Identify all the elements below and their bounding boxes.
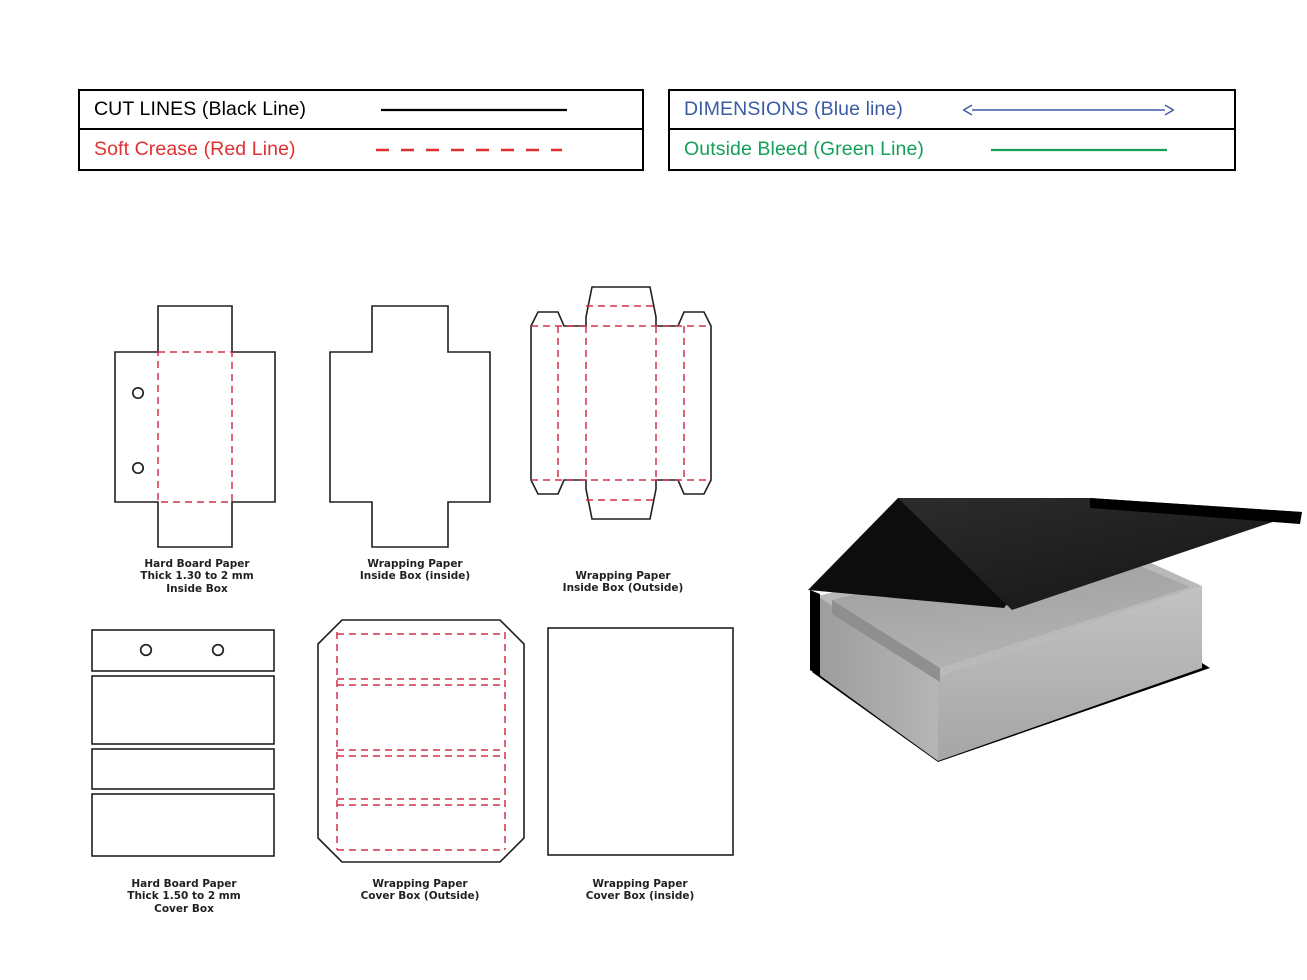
dieline-hardboard-cover-box bbox=[91, 629, 275, 857]
legend-row-soft-crease: Soft Crease (Red Line) bbox=[80, 130, 642, 169]
caption-hardboard-inside-box: Hard Board Paper Thick 1.30 to 2 mm Insi… bbox=[140, 558, 254, 595]
punch-hole-bottom bbox=[131, 461, 145, 475]
dieline-wrapping-cover-box-inside bbox=[547, 627, 734, 856]
legend-sample-solid-black-line bbox=[306, 91, 642, 128]
legend-label-outside-bleed: Outside Bleed (Green Line) bbox=[684, 138, 924, 160]
legend-box-dimensions-bleed: DIMENSIONS (Blue line) Outside Bleed (Gr… bbox=[668, 89, 1236, 171]
punch-hole-top bbox=[131, 386, 145, 400]
caption-wrapping-cover-box-inside: Wrapping Paper Cover Box (inside) bbox=[585, 878, 695, 903]
dieline-wrapping-inside-box-inside bbox=[329, 305, 491, 548]
dieline-wrapping-inside-box-outside bbox=[530, 286, 712, 520]
caption-wrapping-cover-box-outside: Wrapping Paper Cover Box (Outside) bbox=[360, 878, 480, 903]
legend-row-cut-lines: CUT LINES (Black Line) bbox=[80, 91, 642, 130]
legend-label-dimensions: DIMENSIONS (Blue line) bbox=[684, 98, 903, 120]
legend-label-cut-lines: CUT LINES (Black Line) bbox=[94, 98, 307, 120]
dieline-artboard: CUT LINES (Black Line) Soft Crease (Red … bbox=[0, 0, 1307, 980]
cut-panel-4 bbox=[91, 793, 275, 857]
punch-hole-right bbox=[211, 643, 225, 657]
dieline-hardboard-inside-box bbox=[114, 305, 276, 548]
legend-sample-dashed-red-line bbox=[296, 130, 642, 169]
cut-outline-rect bbox=[547, 627, 734, 856]
legend-sample-double-arrow-blue bbox=[903, 91, 1234, 128]
legend-sample-solid-green-line bbox=[924, 130, 1234, 169]
cut-outline bbox=[329, 305, 491, 548]
punch-hole-left bbox=[139, 643, 153, 657]
caption-wrapping-inside-box-inside: Wrapping Paper Inside Box (inside) bbox=[359, 558, 471, 583]
cut-panel-1 bbox=[91, 629, 275, 672]
legend-row-outside-bleed: Outside Bleed (Green Line) bbox=[670, 130, 1234, 169]
cut-outline bbox=[114, 305, 276, 548]
box-3d-preview bbox=[808, 498, 1302, 762]
cut-panel-2 bbox=[91, 675, 275, 745]
cut-panel-3 bbox=[91, 748, 275, 790]
caption-wrapping-inside-box-outside: Wrapping Paper Inside Box (Outside) bbox=[562, 570, 684, 595]
box-edge-left-black bbox=[810, 590, 820, 676]
legend-label-soft-crease: Soft Crease (Red Line) bbox=[94, 138, 296, 160]
caption-hardboard-cover-box: Hard Board Paper Thick 1.50 to 2 mm Cove… bbox=[127, 878, 241, 915]
legend-row-dimensions: DIMENSIONS (Blue line) bbox=[670, 91, 1234, 130]
legend-box-cut-crease: CUT LINES (Black Line) Soft Crease (Red … bbox=[78, 89, 644, 171]
dieline-wrapping-cover-box-outside bbox=[317, 619, 525, 863]
cut-outline-octagon bbox=[317, 619, 525, 863]
